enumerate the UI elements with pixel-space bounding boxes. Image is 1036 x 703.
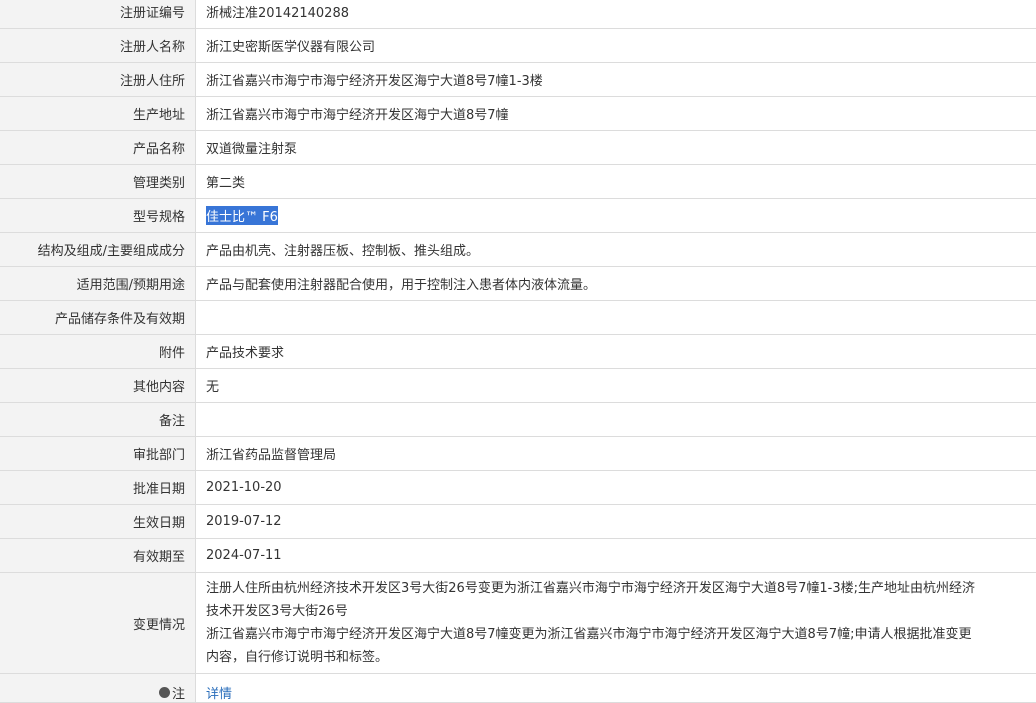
field-label: 适用范围/预期用途 [0, 267, 196, 300]
field-label: 附件 [0, 335, 196, 368]
field-value: 佳士比™ F6 [196, 199, 1036, 232]
field-label: 注册人住所 [0, 63, 196, 96]
field-value: 2024-07-11 [206, 548, 282, 563]
field-label: 产品储存条件及有效期 [0, 301, 196, 334]
row-change-history: 变更情况 注册人住所由杭州经济技术开发区3号大街26号变更为浙江省嘉兴市海宁市海… [0, 573, 1036, 674]
row-expiry-date: 有效期至 2024-07-11 [0, 539, 1036, 573]
field-label: 生产地址 [0, 97, 196, 130]
row-approval-department: 审批部门 浙江省药品监督管理局 [0, 437, 1036, 471]
change-line: 技术开发区3号大街26号 [206, 604, 348, 619]
note-label-text: 注 [171, 687, 185, 702]
row-structure-composition: 结构及组成/主要组成成分 产品由机壳、注射器压板、控制板、推头组成。 [0, 233, 1036, 267]
row-registration-number: 注册证编号 浙械注准20142140288 [0, 0, 1036, 29]
field-value: 产品与配套使用注射器配合使用，用于控制注入患者体内液体流量。 [206, 278, 597, 293]
field-value: 浙江省嘉兴市海宁市海宁经济开发区海宁大道8号7幢1-3楼 [206, 74, 543, 89]
field-value: 浙械注准20142140288 [206, 6, 349, 21]
details-link[interactable]: 详情 [206, 683, 232, 702]
field-value: 第二类 [206, 176, 246, 191]
row-storage-conditions: 产品储存条件及有效期 [0, 301, 1036, 335]
change-line: 内容，自行修订说明书和标签。 [206, 650, 389, 665]
change-line: 注册人住所由杭州经济技术开发区3号大街26号变更为浙江省嘉兴市海宁市海宁经济开发… [206, 581, 975, 596]
field-label: 有效期至 [0, 539, 196, 572]
row-intended-use: 适用范围/预期用途 产品与配套使用注射器配合使用，用于控制注入患者体内液体流量。 [0, 267, 1036, 301]
row-approval-date: 批准日期 2021-10-20 [0, 471, 1036, 505]
field-label: 管理类别 [0, 165, 196, 198]
row-effective-date: 生效日期 2019-07-12 [0, 505, 1036, 539]
field-label: 审批部门 [0, 437, 196, 470]
row-management-category: 管理类别 第二类 [0, 165, 1036, 199]
field-value: 双道微量注射泵 [206, 142, 298, 157]
field-value: 2021-10-20 [206, 480, 282, 495]
info-icon [158, 687, 170, 698]
change-line: 浙江省嘉兴市海宁市海宁经济开发区海宁大道8号7幢变更为浙江省嘉兴市海宁市海宁经济… [206, 627, 972, 642]
row-note: 注 详情 [0, 674, 1036, 703]
field-label: 注册证编号 [0, 0, 196, 28]
field-label: 备注 [0, 403, 196, 436]
row-product-name: 产品名称 双道微量注射泵 [0, 131, 1036, 165]
field-label: 注 [0, 674, 196, 702]
field-value: 无 [206, 380, 220, 395]
field-label: 批准日期 [0, 471, 196, 504]
field-value [196, 403, 1036, 436]
field-value: 详情 [196, 674, 1036, 702]
field-label: 注册人名称 [0, 29, 196, 62]
row-other-content: 其他内容 无 [0, 369, 1036, 403]
row-model-spec: 型号规格 佳士比™ F6 [0, 199, 1036, 233]
field-value: 产品技术要求 [206, 346, 285, 361]
field-label: 其他内容 [0, 369, 196, 402]
row-remarks: 备注 [0, 403, 1036, 437]
field-label: 生效日期 [0, 505, 196, 538]
selected-text[interactable]: 佳士比™ F6 [206, 206, 278, 225]
field-value [196, 301, 1036, 334]
field-value: 浙江省药品监督管理局 [206, 448, 337, 463]
field-value: 浙江史密斯医学仪器有限公司 [206, 40, 376, 55]
row-registrant-address: 注册人住所 浙江省嘉兴市海宁市海宁经济开发区海宁大道8号7幢1-3楼 [0, 63, 1036, 97]
row-registrant-name: 注册人名称 浙江史密斯医学仪器有限公司 [0, 29, 1036, 63]
row-production-address: 生产地址 浙江省嘉兴市海宁市海宁经济开发区海宁大道8号7幢 [0, 97, 1036, 131]
field-label: 产品名称 [0, 131, 196, 164]
field-label: 变更情况 [0, 573, 196, 673]
row-attachment: 附件 产品技术要求 [0, 335, 1036, 369]
change-history-value: 注册人住所由杭州经济技术开发区3号大街26号变更为浙江省嘉兴市海宁市海宁经济开发… [196, 573, 1036, 673]
field-value: 产品由机壳、注射器压板、控制板、推头组成。 [206, 244, 480, 259]
field-value: 浙江省嘉兴市海宁市海宁经济开发区海宁大道8号7幢 [206, 108, 509, 123]
registration-detail-table: 注册证编号 浙械注准20142140288 注册人名称 浙江史密斯医学仪器有限公… [0, 0, 1036, 703]
note-label: 注 [158, 683, 185, 702]
field-value: 2019-07-12 [206, 514, 282, 529]
field-label: 结构及组成/主要组成成分 [0, 233, 196, 266]
field-label: 型号规格 [0, 199, 196, 232]
